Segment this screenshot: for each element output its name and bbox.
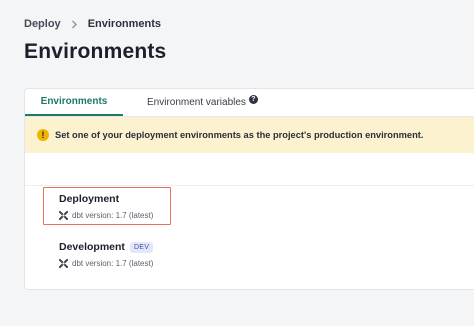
environment-name[interactable]: Development	[59, 241, 125, 253]
tab-environment-variables[interactable]: Environment variables ?	[133, 88, 272, 116]
environment-row-deployment[interactable]: Deployment dbt version: 1.7 (latest)	[59, 193, 153, 220]
dbt-logo-icon	[59, 259, 68, 268]
environments-card: Environments Environment variables ? ! S…	[24, 88, 474, 290]
environment-name[interactable]: Deployment	[59, 193, 119, 205]
warning-icon: !	[37, 129, 49, 141]
chevron-right-icon	[71, 20, 78, 29]
production-environment-banner: ! Set one of your deployment environment…	[25, 117, 474, 153]
dbt-logo-icon	[59, 211, 68, 220]
environment-version-line: dbt version: 1.7 (latest)	[59, 211, 153, 220]
environment-version: dbt version: 1.7 (latest)	[72, 211, 154, 220]
tab-environments-label: Environments	[40, 95, 108, 107]
dev-badge: DEV	[129, 241, 154, 253]
tab-bar: Environments Environment variables ?	[25, 89, 474, 117]
environment-name-line: Deployment	[59, 193, 153, 205]
list-divider	[25, 185, 474, 186]
help-icon[interactable]: ?	[248, 94, 258, 104]
breadcrumb-current: Environments	[87, 18, 162, 30]
environment-version: dbt version: 1.7 (latest)	[72, 259, 154, 268]
environment-name-line: Development DEV	[59, 241, 154, 253]
page-title: Environments	[24, 40, 167, 63]
tab-environment-variables-label: Environment variables	[147, 96, 246, 108]
environment-version-line: dbt version: 1.7 (latest)	[59, 259, 153, 268]
breadcrumb-deploy-link[interactable]: Deploy	[24, 18, 61, 30]
environment-row-development[interactable]: Development DEV dbt version: 1.7 (latest…	[59, 241, 153, 268]
breadcrumb: Deploy Environments	[24, 18, 161, 30]
tab-environments[interactable]: Environments	[25, 88, 123, 116]
banner-text: Set one of your deployment environments …	[55, 130, 424, 140]
environments-page: Deploy Environments Environments Environ…	[0, 0, 474, 326]
